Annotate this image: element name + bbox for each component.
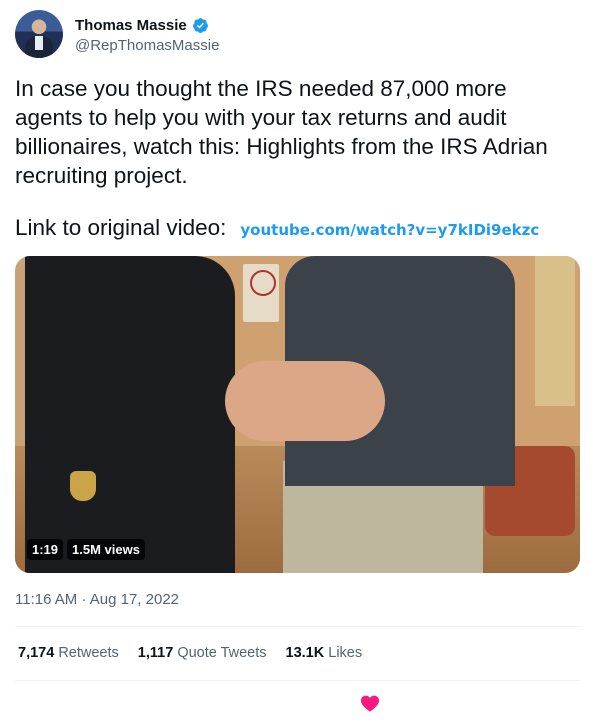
video-duration: 1:19 (27, 539, 64, 560)
video-scene-badge (70, 471, 96, 501)
tweet-text: In case you thought the IRS needed 87,00… (15, 74, 580, 190)
link-line: Link to original video: youtube.com/watc… (15, 215, 580, 241)
author-name[interactable]: Thomas Massie (75, 17, 187, 34)
action-bar (15, 684, 580, 720)
likes-stat[interactable]: 13.1K Likes (286, 645, 363, 661)
heart-icon[interactable] (360, 694, 380, 712)
likes-count: 13.1K (285, 645, 325, 661)
divider-top (15, 626, 580, 627)
quote-tweets-label: Quote Tweets (177, 645, 267, 661)
video-player[interactable]: 1:19 1.5M views (15, 256, 580, 573)
video-link[interactable]: youtube.com/watch?v=y7kIDi9ekzc (240, 221, 539, 239)
link-label: Link to original video: (15, 215, 227, 240)
likes-label: Likes (328, 645, 363, 661)
tweet-body: In case you thought the IRS needed 87,00… (15, 76, 548, 188)
video-scene-hands (225, 361, 385, 441)
verified-badge-icon (192, 17, 208, 33)
video-scene-sign (243, 264, 279, 322)
tweet-header: Thomas Massie @RepThomasMassie (15, 10, 580, 60)
divider-bottom (15, 680, 580, 681)
video-overlay: 1:19 1.5M views (27, 539, 145, 560)
video-scene-left-person (25, 256, 235, 573)
engagement-stats: 7,174 Retweets 1,117 Quote Tweets 13.1K … (18, 645, 362, 661)
name-row: Thomas Massie (75, 15, 209, 35)
avatar-shirt (35, 36, 43, 50)
video-scene-background-person (535, 256, 575, 406)
quote-tweets-count: 1,117 (137, 645, 174, 661)
retweets-count: 7,174 (18, 645, 55, 661)
tweet-timestamp[interactable]: 11:16 AM · Aug 17, 2022 (15, 591, 179, 608)
avatar[interactable] (15, 10, 63, 58)
author-handle[interactable]: @RepThomasMassie (75, 37, 219, 54)
retweets-label: Retweets (58, 645, 119, 661)
video-views: 1.5M views (67, 539, 145, 560)
retweets-stat[interactable]: 7,174 Retweets (18, 645, 119, 661)
quote-tweets-stat[interactable]: 1,117 Quote Tweets (138, 645, 267, 661)
